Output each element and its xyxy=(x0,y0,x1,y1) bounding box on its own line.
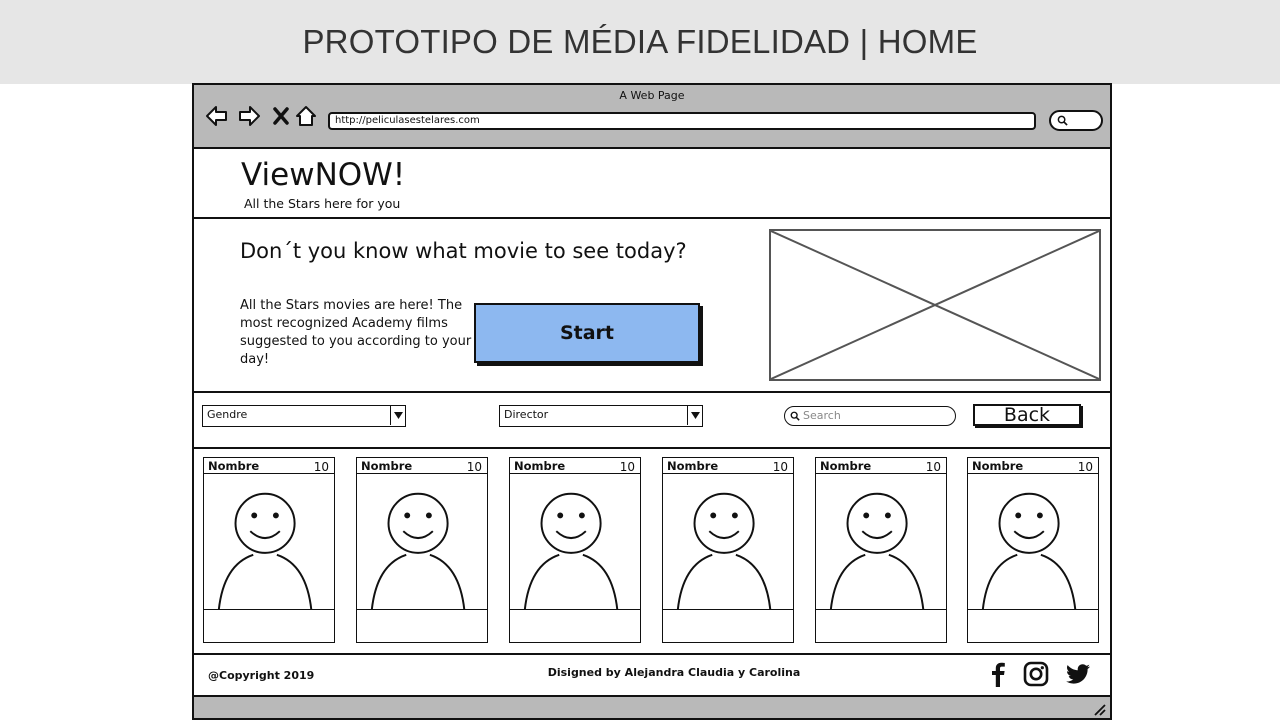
avatar xyxy=(662,473,794,611)
chevron-down-icon[interactable] xyxy=(687,406,702,425)
browser-search-button[interactable] xyxy=(1049,110,1103,131)
card-name: Nombre xyxy=(667,459,719,473)
resize-grip-icon[interactable] xyxy=(1092,702,1106,716)
copyright-text: @Copyright 2019 xyxy=(208,669,315,682)
movie-card[interactable]: Nombre 10 xyxy=(509,457,641,643)
card-rating: 10 xyxy=(925,460,941,474)
chevron-down-icon[interactable] xyxy=(390,406,405,425)
movie-card[interactable]: Nombre 10 xyxy=(662,457,794,643)
facebook-icon[interactable] xyxy=(984,660,1012,688)
back-button[interactable]: Back xyxy=(973,404,1081,426)
instagram-icon[interactable] xyxy=(1022,660,1050,688)
card-footer xyxy=(509,609,641,643)
card-name: Nombre xyxy=(820,459,872,473)
search-input[interactable]: Search xyxy=(784,406,956,426)
card-name: Nombre xyxy=(361,459,413,473)
avatar xyxy=(203,473,335,611)
director-select[interactable]: Director xyxy=(499,405,703,427)
movie-card[interactable]: Nombre 10 xyxy=(967,457,1099,643)
movie-card[interactable]: Nombre 10 xyxy=(356,457,488,643)
slide-header: PROTOTIPO DE MÉDIA FIDELIDAD | HOME xyxy=(0,0,1280,84)
movie-card[interactable]: Nombre 10 xyxy=(203,457,335,643)
hero-description: All the Stars movies are here! The most … xyxy=(240,298,472,367)
window-title: A Web Page xyxy=(619,89,685,102)
card-rating: 10 xyxy=(772,460,788,474)
avatar xyxy=(967,473,1099,611)
card-rating: 10 xyxy=(313,460,329,474)
filter-bar: Gendre Director Search Back xyxy=(194,393,1110,449)
browser-window: A Web Page http://peliculasestelares.com… xyxy=(192,83,1112,720)
brand-logo-text[interactable]: ViewNOW! xyxy=(241,157,405,193)
browser-chrome: A Web Page http://peliculasestelares.com xyxy=(194,85,1110,149)
genre-select[interactable]: Gendre xyxy=(202,405,406,427)
avatar xyxy=(815,473,947,611)
movie-card[interactable]: Nombre 10 xyxy=(815,457,947,643)
back-arrow-icon[interactable] xyxy=(204,103,230,129)
card-rating: 10 xyxy=(1077,460,1093,474)
card-footer xyxy=(203,609,335,643)
search-icon xyxy=(1057,115,1068,126)
hero-section: Don´t you know what movie to see today? … xyxy=(194,219,1110,393)
slide-title: PROTOTIPO DE MÉDIA FIDELIDAD | HOME xyxy=(302,23,978,60)
movie-cards: Nombre 10 Nombre 10 Nombre 10 Nombre 10 … xyxy=(194,449,1110,655)
start-button[interactable]: Start xyxy=(474,303,700,363)
director-select-value: Director xyxy=(504,408,549,421)
card-footer xyxy=(815,609,947,643)
card-name: Nombre xyxy=(514,459,566,473)
card-rating: 10 xyxy=(619,460,635,474)
card-footer xyxy=(662,609,794,643)
avatar xyxy=(356,473,488,611)
site-header: ViewNOW! All the Stars here for you xyxy=(194,149,1110,219)
search-placeholder: Search xyxy=(803,409,841,422)
site-footer: @Copyright 2019 Disigned by Alejandra Cl… xyxy=(194,655,1110,697)
card-footer xyxy=(967,609,1099,643)
avatar xyxy=(509,473,641,611)
image-placeholder xyxy=(769,229,1101,381)
card-rating: 10 xyxy=(466,460,482,474)
status-bar xyxy=(194,697,1110,718)
card-footer xyxy=(356,609,488,643)
card-name: Nombre xyxy=(208,459,260,473)
tagline: All the Stars here for you xyxy=(244,196,401,211)
genre-select-value: Gendre xyxy=(207,408,248,421)
designed-by-text: Disigned by Alejandra Claudia y Carolina xyxy=(547,666,801,679)
forward-arrow-icon[interactable] xyxy=(236,103,262,129)
home-icon[interactable] xyxy=(293,103,319,129)
hero-question: Don´t you know what movie to see today? xyxy=(240,239,687,263)
search-icon xyxy=(790,411,800,421)
twitter-icon[interactable] xyxy=(1064,660,1092,688)
close-x-icon[interactable] xyxy=(268,103,294,129)
card-name: Nombre xyxy=(972,459,1024,473)
url-bar[interactable]: http://peliculasestelares.com xyxy=(328,112,1036,130)
